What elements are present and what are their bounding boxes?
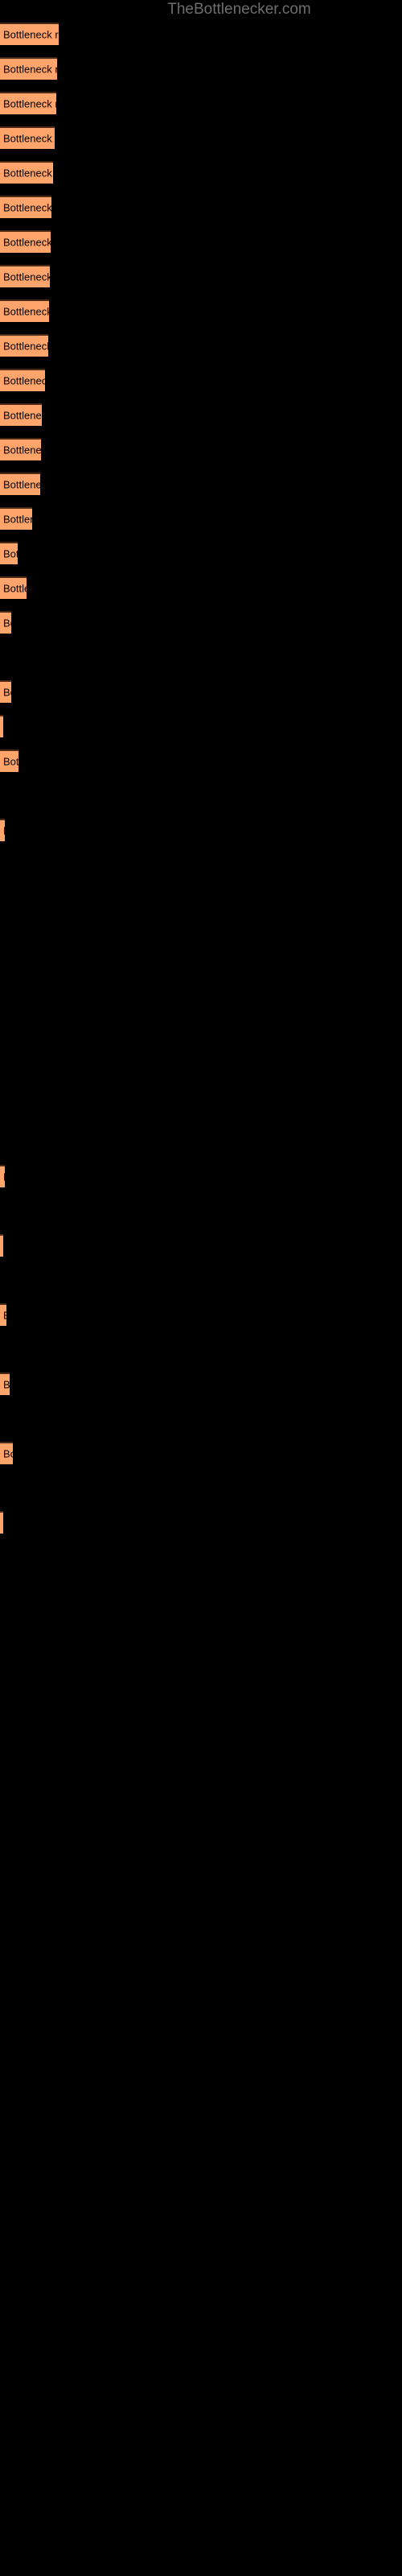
bar-row: Bottleneck result (0, 715, 3, 737)
bar-label: Bottleneck result (3, 547, 18, 560)
bar-row: Bottleneck result (0, 1165, 5, 1187)
bar-label: Bottleneck result (3, 167, 53, 180)
bar-label: Bottleneck result (3, 686, 11, 699)
bar-row: Bottleneck result (0, 334, 48, 357)
bar-rect[interactable]: Bottleneck result (0, 23, 59, 45)
bar-label: Bottleneck result (3, 1378, 10, 1391)
bar-label: Bottleneck result (3, 201, 51, 214)
bar-row: Bottleneck result (0, 126, 55, 149)
bar-rect[interactable]: Bottleneck result (0, 57, 57, 80)
bar-rect[interactable]: Bottleneck result (0, 230, 51, 253)
bar-label: Bottleneck result (3, 1171, 5, 1183)
bar-row: Bottleneck result (0, 196, 51, 218)
bar-rect[interactable]: Bottleneck result (0, 265, 50, 287)
bar-row: Bottleneck result (0, 819, 5, 841)
bar-row: Bottleneck result (0, 1303, 6, 1326)
bar-rect[interactable]: Bottleneck result (0, 438, 41, 460)
bar-row: Bottleneck result (0, 576, 27, 599)
bar-label: Bottleneck result (3, 582, 27, 595)
horizontal-bar-chart: Bottleneck result Bottleneck result Bottle… (0, 0, 402, 2576)
bar-rect[interactable]: Bottleneck result (0, 369, 45, 391)
bar-label: Bottleneck result (3, 513, 32, 526)
bar-row: Bottleneck result (0, 1234, 3, 1257)
bar-row: Bottleneck result (0, 473, 40, 495)
bar-label: Bottleneck result (3, 617, 11, 630)
bar-row: Bottleneck result (0, 57, 57, 80)
bar-label: Bottleneck result (3, 132, 55, 145)
bar-row: Bottleneck result (0, 161, 53, 184)
bar-row: Bottleneck result (0, 369, 45, 391)
bar-rect[interactable]: Bottleneck result (0, 1234, 3, 1257)
bar-rect[interactable]: Bottleneck result (0, 1442, 13, 1464)
bar-row: Bottleneck result (0, 680, 11, 703)
bar-rect[interactable]: Bottleneck result (0, 680, 11, 703)
bar-rect[interactable]: Bottleneck result (0, 542, 18, 564)
bar-rect[interactable]: Bottleneck result (0, 334, 48, 357)
bar-label: Bottleneck result (3, 409, 42, 422)
bar-rect[interactable]: Bottleneck result (0, 749, 18, 772)
bar-row: Bottleneck result (0, 438, 41, 460)
bar-rect[interactable]: Bottleneck result (0, 576, 27, 599)
bar-label: Bottleneck result (3, 97, 56, 110)
bar-row: Bottleneck result (0, 1511, 3, 1534)
bar-label: Bottleneck result (3, 340, 48, 353)
bar-row: Bottleneck result (0, 92, 56, 114)
bar-rect[interactable]: Bottleneck result (0, 161, 53, 184)
bar-rect[interactable]: Bottleneck result (0, 1303, 6, 1326)
bar-row: Bottleneck result (0, 299, 49, 322)
bar-label: Bottleneck result (3, 305, 49, 318)
bar-rect[interactable]: Bottleneck result (0, 611, 11, 634)
bar-label: Bottleneck result (3, 755, 18, 768)
bar-row: Bottleneck result (0, 265, 50, 287)
bar-label: Bottleneck result (3, 374, 45, 387)
bar-label: Bottleneck result (3, 1447, 13, 1460)
bar-label: Bottleneck result (3, 1310, 6, 1322)
bar-rect[interactable]: Bottleneck result (0, 715, 3, 737)
bar-label: Bottleneck result (3, 825, 5, 837)
bar-rect[interactable]: Bottleneck result (0, 403, 42, 426)
bar-row: Bottleneck result (0, 507, 32, 530)
bar-row: Bottleneck result (0, 542, 18, 564)
bar-rect[interactable]: Bottleneck result (0, 1511, 3, 1534)
bar-row: Bottleneck result (0, 611, 11, 634)
bar-rect[interactable]: Bottleneck result (0, 819, 5, 841)
bar-rect[interactable]: Bottleneck result (0, 473, 40, 495)
bar-row: Bottleneck result (0, 749, 18, 772)
bar-row: Bottleneck result (0, 403, 42, 426)
bar-rect[interactable]: Bottleneck result (0, 126, 55, 149)
bar-label: Bottleneck result (3, 63, 57, 76)
bar-rect[interactable]: Bottleneck result (0, 299, 49, 322)
bar-label: Bottleneck result (3, 270, 50, 283)
bar-rect[interactable]: Bottleneck result (0, 196, 51, 218)
bottleneck-chart-page: TheBottlenecker.com Bottleneck resultBot… (0, 0, 402, 2576)
bar-label: Bottleneck result (3, 444, 41, 456)
bar-rect[interactable]: Bottleneck result (0, 92, 56, 114)
bar-rect[interactable]: Bottleneck result (0, 1373, 10, 1395)
bar-row: Bottleneck result (0, 1373, 10, 1395)
bar-row: Bottleneck result (0, 230, 51, 253)
bar-rect[interactable]: Bottleneck result (0, 1165, 5, 1187)
bar-label: Bottleneck result (3, 478, 40, 491)
bar-row: Bottleneck result (0, 1442, 13, 1464)
bar-rect[interactable]: Bottleneck result (0, 507, 32, 530)
bar-row: Bottleneck result (0, 23, 59, 45)
bar-label: Bottleneck result (3, 28, 59, 41)
bar-label: Bottleneck result (3, 236, 51, 249)
